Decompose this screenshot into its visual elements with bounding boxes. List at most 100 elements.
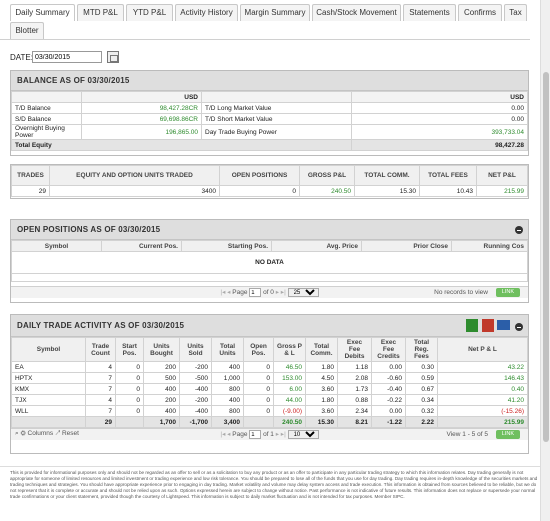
table-row[interactable]: HPTX 7 0 500 -500 1,000 0 153.00 4.50 2.… bbox=[11, 372, 528, 384]
collapse-icon[interactable] bbox=[515, 226, 523, 234]
last-page-icon[interactable]: ▸ ▸| bbox=[276, 289, 286, 296]
cell: 0 bbox=[115, 405, 144, 417]
tab-ytd-pnl[interactable]: YTD P&L bbox=[126, 4, 173, 21]
cell: 6.00 bbox=[273, 383, 306, 395]
daily-header[interactable]: Exec Fee Debits bbox=[337, 337, 372, 362]
daily-header[interactable]: Total Units bbox=[211, 337, 244, 362]
total-cell: 240.50 bbox=[273, 416, 306, 428]
summary-table: TRADES EQUITY AND OPTION UNITS TRADED OP… bbox=[11, 165, 528, 197]
table-row[interactable]: KMX 7 0 400 -400 800 0 6.00 3.60 1.73 -0… bbox=[11, 383, 528, 395]
total-cell: 29 bbox=[85, 416, 116, 428]
pdf-icon[interactable] bbox=[482, 319, 494, 332]
tab-activity-history[interactable]: Activity History bbox=[175, 4, 238, 21]
daily-header[interactable]: Units Bought bbox=[143, 337, 180, 362]
page-size-select[interactable]: 25 bbox=[287, 288, 319, 297]
cell: 41.20 bbox=[437, 394, 528, 406]
total-cell: -1,700 bbox=[179, 416, 212, 428]
daily-activity-panel: DAILY TRADE ACTIVITY AS OF 03/30/2015 Sy… bbox=[10, 314, 529, 454]
pager-right: View 1 - 5 of 5 LINK bbox=[447, 430, 520, 439]
balance-panel: BALANCE AS OF 03/30/2015 USD USD T/D Bal… bbox=[10, 70, 529, 156]
vertical-scrollbar[interactable] bbox=[540, 0, 550, 521]
daily-header[interactable]: Symbol bbox=[11, 337, 86, 362]
symbol-cell: WLL bbox=[11, 405, 86, 417]
first-page-icon[interactable]: |◂ ◂ bbox=[220, 431, 230, 438]
daily-header[interactable]: Trade Count bbox=[85, 337, 116, 362]
table-row[interactable]: WLL 7 0 400 -400 800 0 (-9.00) 3.60 2.34… bbox=[11, 405, 528, 417]
summary-header: EQUITY AND OPTION UNITS TRADED bbox=[49, 165, 220, 186]
table-row[interactable]: EA 4 0 200 -200 400 0 46.50 1.80 1.18 0.… bbox=[11, 361, 528, 373]
open-pos-header[interactable]: Avg. Price bbox=[271, 240, 362, 252]
daily-header[interactable]: Start Pos. bbox=[115, 337, 144, 362]
open-pos-header[interactable]: Running Cos bbox=[451, 240, 528, 252]
total-cell: 1,700 bbox=[143, 416, 180, 428]
balance-row: S/D Balance 69,698.86CR T/D Short Market… bbox=[11, 113, 528, 125]
open-pos-header[interactable]: Current Pos. bbox=[101, 240, 182, 252]
cell: 200 bbox=[143, 394, 180, 406]
cell: 0 bbox=[115, 383, 144, 395]
daily-header[interactable]: Gross P & L bbox=[273, 337, 306, 362]
summary-value: 240.50 bbox=[299, 185, 355, 197]
open-positions-panel: OPEN POSITIONS AS OF 03/30/2015 Symbol C… bbox=[10, 219, 529, 303]
daily-header[interactable]: Exec Fee Credits bbox=[371, 337, 406, 362]
total-cell bbox=[243, 416, 274, 428]
tab-statements[interactable]: Statements bbox=[403, 4, 456, 21]
balance-label: Day Trade Buying Power bbox=[201, 124, 352, 140]
collapse-icon[interactable] bbox=[515, 323, 523, 331]
balance-row: Overnight Buying Power 196,865.00 Day Tr… bbox=[11, 124, 528, 140]
footer-divider bbox=[0, 466, 550, 467]
tab-cash-stock-movement[interactable]: Cash/Stock Movement bbox=[312, 4, 401, 21]
last-page-icon[interactable]: ▸ ▸| bbox=[276, 431, 286, 438]
calendar-icon[interactable] bbox=[107, 51, 119, 63]
cell: 44.00 bbox=[273, 394, 306, 406]
open-pos-header[interactable]: Symbol bbox=[11, 240, 102, 252]
daily-header[interactable]: Units Sold bbox=[179, 337, 212, 362]
cell: 800 bbox=[211, 383, 244, 395]
tab-mtd-pnl[interactable]: MTD P&L bbox=[77, 4, 124, 21]
table-row[interactable]: TJX 4 0 200 -200 400 0 44.00 1.80 0.88 -… bbox=[11, 394, 528, 406]
page-size-select[interactable]: 10 bbox=[287, 430, 319, 439]
cell: 0.59 bbox=[405, 372, 438, 384]
tab-blotter[interactable]: Blotter bbox=[10, 22, 44, 39]
link-button[interactable]: LINK bbox=[495, 288, 520, 297]
symbol-cell: KMX bbox=[11, 383, 86, 395]
cell: 0 bbox=[115, 372, 144, 384]
cell: 0 bbox=[115, 361, 144, 373]
open-pos-header[interactable]: Starting Pos. bbox=[181, 240, 272, 252]
total-equity-value: 98,427.28 bbox=[351, 139, 528, 151]
date-input[interactable] bbox=[32, 51, 102, 63]
daily-header[interactable]: Net P & L bbox=[437, 337, 528, 362]
date-label: DATE: bbox=[10, 53, 33, 62]
tab-margin-summary[interactable]: Margin Summary bbox=[240, 4, 310, 21]
summary-value: 29 bbox=[11, 185, 50, 197]
balance-label: T/D Long Market Value bbox=[201, 102, 352, 114]
daily-header[interactable]: Total Comm. bbox=[305, 337, 338, 362]
summary-header: TOTAL FEES bbox=[419, 165, 477, 186]
cell: 0 bbox=[243, 405, 274, 417]
first-page-icon[interactable]: |◂ ◂ bbox=[220, 289, 230, 296]
cell: 1,000 bbox=[211, 372, 244, 384]
cell: 500 bbox=[143, 372, 180, 384]
summary-value: 10.43 bbox=[419, 185, 477, 197]
daily-activity-pager: ⌕ ⚙ Columns ↗ Reset |◂ ◂ Page of 1 ▸ ▸| … bbox=[11, 428, 528, 440]
link-button[interactable]: LINK bbox=[495, 430, 520, 439]
cell: 0 bbox=[243, 394, 274, 406]
print-icon[interactable] bbox=[497, 320, 510, 330]
summary-value: 0 bbox=[219, 185, 300, 197]
summary-panel: TRADES EQUITY AND OPTION UNITS TRADED OP… bbox=[10, 164, 529, 199]
tab-daily-summary[interactable]: Daily Summary bbox=[10, 4, 75, 21]
tab-confirms[interactable]: Confirms bbox=[458, 4, 502, 21]
open-pos-header[interactable]: Prior Close bbox=[361, 240, 452, 252]
daily-header[interactable]: Total Reg. Fees bbox=[405, 337, 438, 362]
cell: 43.22 bbox=[437, 361, 528, 373]
cell: 3.60 bbox=[305, 405, 338, 417]
cell: -0.22 bbox=[371, 394, 406, 406]
daily-header[interactable]: Open Pos. bbox=[243, 337, 274, 362]
cell: 400 bbox=[143, 383, 180, 395]
scrollbar-thumb[interactable] bbox=[543, 72, 549, 442]
cell: 0.40 bbox=[437, 383, 528, 395]
cell: 0 bbox=[243, 361, 274, 373]
excel-icon[interactable] bbox=[466, 319, 478, 332]
page-number-input[interactable] bbox=[249, 430, 262, 439]
page-number-input[interactable] bbox=[249, 288, 262, 297]
tab-tax[interactable]: Tax bbox=[504, 4, 527, 21]
